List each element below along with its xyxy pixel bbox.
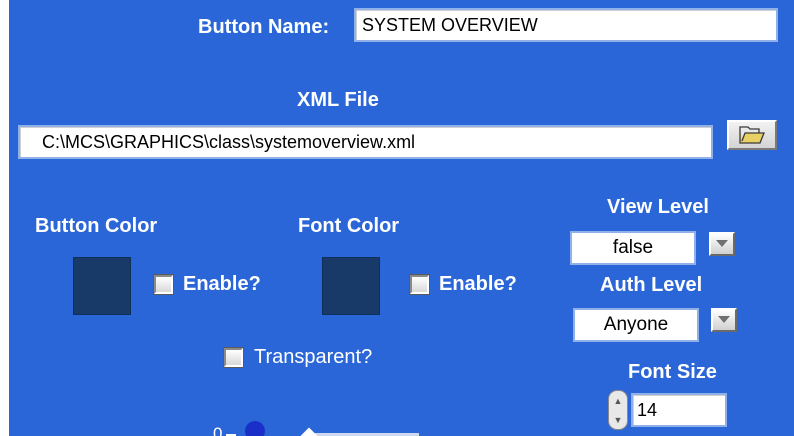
auth-level-label: Auth Level [600, 274, 703, 296]
slider-handle[interactable] [245, 421, 265, 436]
auth-level-select[interactable]: Anyone [573, 308, 699, 342]
button-color-enable-label: Enable? [183, 273, 261, 295]
button-color-label: Button Color [35, 215, 158, 237]
font-color-enable-label: Enable? [439, 273, 517, 295]
browse-button[interactable] [727, 120, 777, 150]
font-size-input[interactable]: 14 [631, 393, 727, 427]
button-name-input[interactable]: SYSTEM OVERVIEW [354, 8, 778, 42]
button-color-swatch[interactable] [73, 257, 131, 315]
transparent-checkbox[interactable] [224, 348, 243, 367]
font-color-swatch[interactable] [322, 257, 380, 315]
button-name-label: Button Name: [198, 16, 330, 38]
xml-file-input[interactable]: C:\MCS\GRAPHICS\class\systemoverview.xml [18, 125, 713, 159]
view-level-dropdown-button[interactable] [709, 232, 735, 256]
spin-up-icon[interactable]: ▲ [614, 396, 623, 406]
font-color-enable-checkbox[interactable] [410, 275, 429, 294]
spin-down-icon[interactable]: ▼ [614, 415, 623, 425]
font-size-spinner[interactable]: ▲ ▼ [608, 390, 628, 430]
slider-marker [300, 427, 318, 436]
chevron-down-icon [718, 316, 730, 323]
view-level-label: View Level [607, 196, 709, 218]
settings-panel: Button Name: SYSTEM OVERVIEW XML File C:… [9, 0, 794, 436]
font-color-label: Font Color [298, 215, 400, 237]
transparent-label: Transparent? [254, 346, 373, 368]
auth-level-dropdown-button[interactable] [711, 308, 737, 332]
font-size-label: Font Size [628, 361, 717, 383]
xml-file-label: XML File [297, 89, 379, 111]
folder-open-icon [739, 126, 765, 144]
chevron-down-icon [716, 240, 728, 247]
view-level-select[interactable]: false [570, 231, 696, 265]
slider-min-label: 0 [213, 424, 223, 436]
button-color-enable-checkbox[interactable] [154, 275, 173, 294]
